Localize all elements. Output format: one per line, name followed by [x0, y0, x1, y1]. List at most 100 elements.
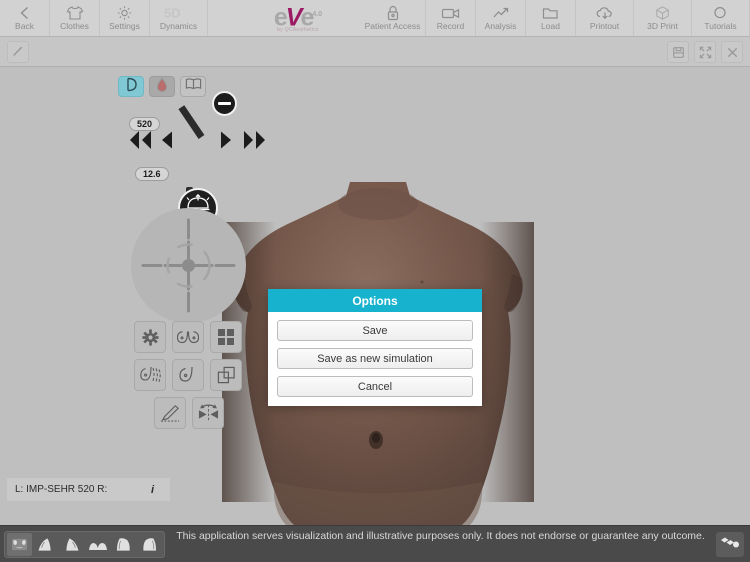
toolbar-item-tutorials[interactable]: Tutorials — [692, 0, 750, 36]
toolbar-label-analysis: Analysis — [484, 21, 517, 31]
tool-row-1 — [134, 321, 244, 353]
video-camera-icon — [441, 5, 461, 21]
symmetry-tool[interactable] — [192, 397, 224, 429]
chevron-left-icon — [17, 5, 33, 21]
left-profile-icon — [115, 537, 132, 552]
save-button[interactable]: Save — [277, 320, 473, 341]
toolbar-label-settings: Settings — [109, 21, 140, 31]
symmetry-arrows-icon — [198, 403, 219, 423]
layers-icon — [217, 366, 236, 385]
breast-contour-lines-icon — [139, 365, 161, 385]
toolbar-item-patient-access[interactable]: Patient Access — [360, 0, 426, 36]
close-x-icon — [726, 46, 739, 59]
ruler-pencil-icon — [160, 403, 181, 423]
toolbar-item-3d-print[interactable]: 3D Print — [634, 0, 692, 36]
right-oblique-icon — [63, 537, 80, 552]
info-italic-icon[interactable]: i — [151, 484, 162, 496]
toolbar-item-record[interactable]: Record — [426, 0, 476, 36]
breasts-tool[interactable] — [172, 321, 204, 353]
double-chevron-left-icon — [125, 129, 155, 151]
toolbar-item-dynamics[interactable]: 5D Dynamics — [150, 0, 208, 36]
pencil-tool-button[interactable] — [7, 41, 29, 63]
folder-icon — [542, 5, 559, 21]
layers-stack-icon — [720, 535, 740, 554]
toolbar-item-back[interactable]: Back — [0, 0, 50, 36]
view-right-profile[interactable] — [137, 533, 162, 556]
layers-stack-button[interactable] — [716, 532, 744, 557]
floppy-disk-icon — [672, 46, 685, 59]
double-chevron-right-icon — [240, 129, 270, 151]
minus-circle-icon[interactable] — [212, 91, 237, 116]
fast-increase-arrow[interactable] — [240, 129, 270, 151]
top-toolbar: Back Clothes Settings 5D Dynamics Patien… — [0, 0, 750, 37]
toolbar-item-analysis[interactable]: Analysis — [476, 0, 526, 36]
breast-contour-icon — [179, 365, 197, 385]
collapse-view-button[interactable] — [694, 41, 716, 63]
fast-decrease-arrow[interactable] — [125, 129, 155, 151]
cancel-button[interactable]: Cancel — [277, 376, 473, 397]
view-top[interactable] — [85, 533, 110, 556]
grid-tool[interactable] — [210, 321, 242, 353]
toolbar-item-load[interactable]: Load — [526, 0, 576, 36]
close-button[interactable] — [721, 41, 743, 63]
chevron-left-solid-icon — [160, 130, 174, 150]
toolbar-item-clothes[interactable]: Clothes — [50, 0, 100, 36]
toolbar-item-printout[interactable]: Printout — [576, 0, 634, 36]
view-mode-toggles — [118, 76, 206, 97]
cube-icon — [654, 5, 671, 21]
toolbar-right-group: Patient Access Record Analysis Load Prin… — [360, 0, 750, 36]
increase-arrow[interactable] — [219, 130, 233, 150]
collapse-arrows-icon — [699, 46, 712, 59]
tool-row-2 — [134, 359, 244, 391]
tool-row-3 — [134, 397, 244, 429]
implant-status-text: L: IMP-SEHR 520 R: — [15, 484, 108, 495]
svg-text:5D: 5D — [164, 6, 181, 21]
toolbar-label-patient-access: Patient Access — [364, 21, 421, 31]
view-front[interactable] — [7, 533, 32, 556]
view-left-profile[interactable] — [111, 533, 136, 556]
measure-tool[interactable] — [154, 397, 186, 429]
logo-version: 4.0 — [312, 10, 323, 18]
simulation-canvas[interactable]: 520 12.6 Options Save Save as new simula… — [0, 67, 750, 525]
layers-tool[interactable] — [210, 359, 242, 391]
cloud-download-icon — [595, 5, 615, 21]
decrease-arrow[interactable] — [160, 130, 174, 150]
view-left-oblique[interactable] — [33, 533, 58, 556]
eve-logo: eVe4.0 by QCAesthetics — [262, 1, 334, 35]
trend-chart-icon — [492, 5, 510, 21]
bottom-bar: This application serves visualization an… — [0, 525, 750, 562]
implant-status-chip[interactable]: L: IMP-SEHR 520 R: i — [7, 478, 170, 501]
grid-four-icon — [217, 328, 235, 346]
view-right-oblique[interactable] — [59, 533, 84, 556]
toolbar-label-load: Load — [541, 21, 560, 31]
save-icon-button[interactable] — [667, 41, 689, 63]
logo-tagline: by QCAesthetics — [277, 27, 319, 34]
diameter-value-badge[interactable]: 12.6 — [135, 167, 169, 181]
book-toggle[interactable] — [180, 76, 206, 97]
lock-icon — [386, 5, 400, 21]
blood-drop-icon — [156, 77, 168, 97]
contour-left-tool[interactable] — [134, 359, 166, 391]
save-as-new-simulation-button[interactable]: Save as new simulation — [277, 348, 473, 369]
dialog-body: Save Save as new simulation Cancel — [268, 312, 482, 406]
gear-icon — [116, 5, 133, 21]
toolbar-label-record: Record — [436, 21, 465, 31]
toolbar-label-dynamics: Dynamics — [159, 21, 198, 31]
blood-toggle[interactable] — [149, 76, 175, 97]
tshirt-icon — [66, 5, 84, 21]
toolbar-label-printout: Printout — [589, 21, 620, 31]
options-dialog: Options Save Save as new simulation Canc… — [268, 289, 482, 406]
position-pad[interactable] — [131, 208, 246, 323]
toolbar-item-settings[interactable]: Settings — [100, 0, 150, 36]
magnifier-icon — [712, 5, 729, 21]
left-oblique-icon — [37, 537, 54, 552]
implant-toggle[interactable] — [118, 76, 144, 97]
contour-right-tool[interactable] — [172, 359, 204, 391]
5d-icon: 5D — [164, 5, 194, 21]
secondary-toolbar — [0, 37, 750, 67]
dialog-title: Options — [268, 289, 482, 312]
chevron-right-solid-icon — [219, 130, 233, 150]
view-preset-strip — [4, 531, 165, 558]
settings-tool[interactable] — [134, 321, 166, 353]
toolbar-label-back: Back — [15, 21, 34, 31]
